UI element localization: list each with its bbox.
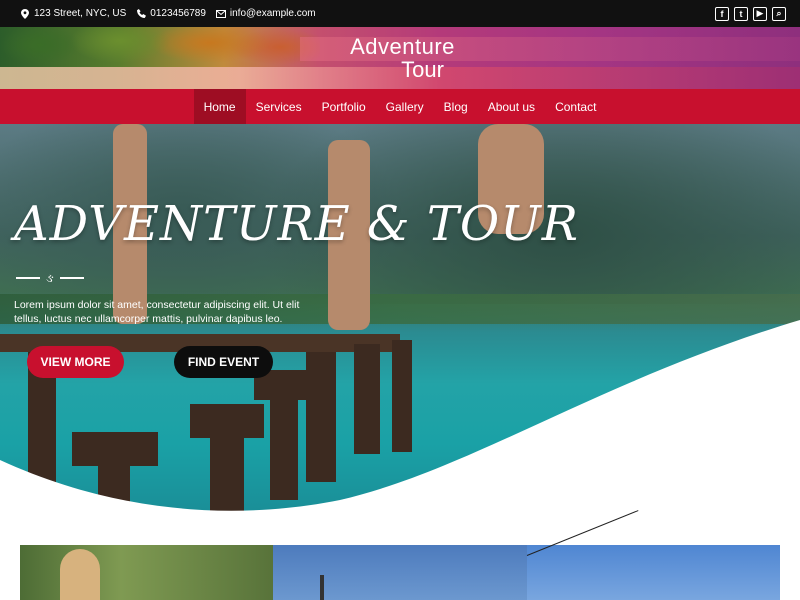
email-text: info@example.com [229, 8, 316, 19]
logo-line-2: Tour [401, 57, 444, 82]
email-item[interactable]: info@example.com [215, 8, 316, 19]
nav-menu: Home Services Portfolio Gallery Blog Abo… [193, 89, 607, 124]
ornament-icon: ઙ [46, 270, 54, 285]
contact-info: 123 Street, NYC, US 0123456789 info@exam… [20, 8, 316, 19]
gallery-image[interactable] [273, 545, 527, 600]
address-item: 123 Street, NYC, US [20, 8, 126, 19]
photo-spire [320, 575, 324, 600]
gallery-strip [20, 510, 780, 600]
site-logo[interactable]: Adventure Tour [340, 35, 465, 83]
search-icon[interactable]: ⌕ [772, 6, 786, 21]
youtube-icon[interactable]: ▶ [753, 6, 767, 21]
gallery-image[interactable] [526, 510, 780, 600]
address-text: 123 Street, NYC, US [34, 8, 127, 19]
nav-item-contact[interactable]: Contact [545, 89, 606, 124]
twitter-icon[interactable]: t [734, 6, 748, 21]
gallery-image[interactable] [20, 545, 273, 600]
social-links: f t ▶ ⌕ [715, 6, 786, 21]
phone-icon [136, 9, 146, 19]
nav-item-blog[interactable]: Blog [434, 89, 478, 124]
nav-item-home[interactable]: Home [193, 89, 246, 124]
phone-text: 0123456789 [150, 8, 206, 19]
nav-item-about-us[interactable]: About us [478, 89, 545, 124]
banner-trees-image [0, 27, 320, 71]
header-banner: Adventure Tour [0, 27, 800, 89]
divider-line [16, 277, 40, 279]
hero-divider: ઙ [16, 270, 94, 285]
nav-item-services[interactable]: Services [246, 89, 312, 124]
location-pin-icon [20, 8, 30, 19]
phone-item[interactable]: 0123456789 [136, 8, 206, 19]
photo-person [60, 549, 100, 600]
main-nav: Home Services Portfolio Gallery Blog Abo… [0, 89, 800, 124]
facebook-icon[interactable]: f [715, 6, 729, 21]
nav-item-portfolio[interactable]: Portfolio [312, 89, 376, 124]
envelope-icon [215, 9, 226, 19]
nav-item-gallery[interactable]: Gallery [376, 89, 434, 124]
top-info-bar: 123 Street, NYC, US 0123456789 info@exam… [0, 0, 800, 27]
logo-line-1: Adventure [350, 34, 455, 59]
hero-title: ADVENTURE & TOUR [14, 196, 579, 252]
divider-line [59, 277, 84, 279]
